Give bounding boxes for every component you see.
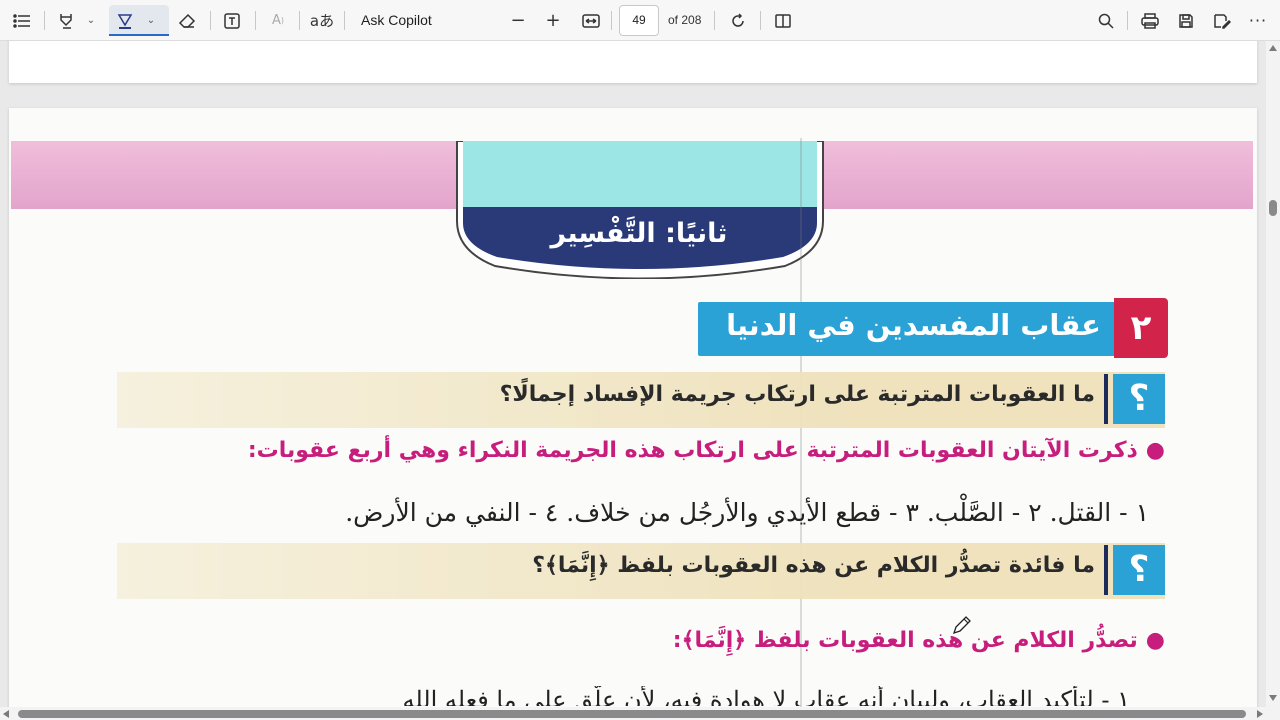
- pen-cursor-icon: [951, 614, 973, 640]
- scrollbar-thumb[interactable]: [1269, 200, 1277, 216]
- zoom-in-icon[interactable]: +: [542, 0, 564, 41]
- chevron-down-icon[interactable]: ⌄: [144, 0, 158, 41]
- vertical-scrollbar[interactable]: [1266, 41, 1280, 707]
- question-box: ما فائدة تصدُّر الكلام عن هذه العقوبات ب…: [117, 543, 1165, 599]
- contents-icon[interactable]: [10, 0, 34, 41]
- quran-word: ﴿إِنَّمَا﴾: [544, 553, 610, 578]
- section-banner: [456, 141, 824, 279]
- toolbar-divider: [344, 11, 345, 30]
- question-box: ما العقوبات المترتبة على ارتكاب جريمة ال…: [117, 372, 1165, 428]
- document-viewport[interactable]: ثانيًا: التَّفْسِير عقاب المفسدين في الد…: [0, 41, 1266, 707]
- partially-visible-text: ١ - لتأكيد العقاب، ولبيان أنه عقاب لا هو…: [402, 686, 1130, 706]
- toolbar-divider: [1127, 11, 1128, 30]
- question-text: ما فائدة تصدُّر الكلام عن هذه العقوبات ب…: [532, 553, 1095, 578]
- text-box-icon[interactable]: [220, 0, 244, 41]
- answer-intro-end: :: [672, 628, 682, 653]
- read-aloud-icon[interactable]: A): [266, 0, 290, 41]
- toolbar-divider: [611, 11, 612, 30]
- bullet-icon: ●: [1145, 438, 1165, 463]
- bullet-icon: ●: [1145, 628, 1165, 653]
- toolbar-divider: [714, 11, 715, 30]
- answer-intro: ● ذكرت الآيتان العقوبات المترتبة على ارتك…: [248, 438, 1165, 463]
- answer-intro: ● تصدُّر الكلام عن هذه العقوبات بلفظ ﴿إِن…: [673, 628, 1165, 653]
- scrollbar-corner: [1266, 707, 1280, 720]
- partially-visible-line: ١ - لتأكيد العقاب، ولبيان أنه عقاب لا هو…: [250, 686, 1130, 706]
- question-text-after: ؟: [532, 553, 545, 578]
- print-icon[interactable]: [1138, 0, 1162, 41]
- answer-intro-text: تصدُّر الكلام عن هذه العقوبات بلفظ: [753, 628, 1138, 653]
- ask-copilot-button[interactable]: Ask Copilot: [361, 12, 432, 28]
- scroll-right-icon[interactable]: [1257, 710, 1263, 718]
- translate-icon[interactable]: aあ: [309, 0, 335, 41]
- section-heading: عقاب المفسدين في الدنيا ٢: [698, 298, 1168, 358]
- scrollbar-thumb[interactable]: [18, 710, 1246, 718]
- horizontal-scrollbar[interactable]: [0, 707, 1266, 720]
- save-icon[interactable]: [1174, 0, 1198, 41]
- pdf-page: ثانيًا: التَّفْسِير عقاب المفسدين في الد…: [9, 108, 1257, 707]
- scroll-left-icon[interactable]: [3, 710, 9, 718]
- quran-word: ﴿إِنَّمَا﴾: [681, 628, 747, 653]
- zoom-out-icon[interactable]: −: [507, 0, 529, 41]
- more-icon[interactable]: ···: [1246, 0, 1270, 41]
- pdf-toolbar: ⌄ ⌄ A) aあ Ask Copilot − + 49 of 208 ···: [0, 0, 1280, 41]
- scroll-up-icon[interactable]: [1269, 45, 1277, 51]
- question-text-before: ما فائدة تصدُّر الكلام عن هذه العقوبات ب…: [617, 553, 1095, 578]
- toolbar-divider: [44, 11, 45, 30]
- toolbar-divider: [760, 11, 761, 30]
- erase-icon[interactable]: [175, 0, 199, 41]
- answer-list: ١ - القتل. ٢ - الصَّلْب. ٣ - قطع الأيدي …: [345, 498, 1149, 527]
- rotate-icon[interactable]: [726, 0, 750, 41]
- toolbar-divider: [299, 11, 300, 30]
- answer-intro-text: ذكرت الآيتان العقوبات المترتبة على ارتكا…: [247, 438, 1138, 463]
- page-view-icon[interactable]: [771, 0, 795, 41]
- question-text: ما العقوبات المترتبة على ارتكاب جريمة ال…: [499, 382, 1095, 407]
- previous-page: [9, 41, 1257, 83]
- page-total-label: of 208: [668, 13, 702, 27]
- toolbar-divider: [210, 11, 211, 30]
- question-mark-icon: ؟: [1104, 374, 1165, 424]
- highlight-icon[interactable]: [54, 0, 78, 41]
- banner-title: ثانيًا: التَّفْسِير: [550, 218, 728, 249]
- section-title: عقاب المفسدين في الدنيا: [726, 308, 1101, 342]
- chevron-down-icon[interactable]: ⌄: [84, 0, 98, 41]
- toolbar-divider: [255, 11, 256, 30]
- section-number: ٢: [1114, 298, 1168, 358]
- page-number-input[interactable]: 49: [619, 5, 659, 36]
- scroll-down-icon[interactable]: [1269, 695, 1277, 701]
- search-icon[interactable]: [1094, 0, 1118, 41]
- save-as-icon[interactable]: [1210, 0, 1234, 41]
- fit-width-icon[interactable]: [579, 0, 603, 41]
- question-mark-icon: ؟: [1104, 545, 1165, 595]
- draw-icon[interactable]: [113, 0, 137, 41]
